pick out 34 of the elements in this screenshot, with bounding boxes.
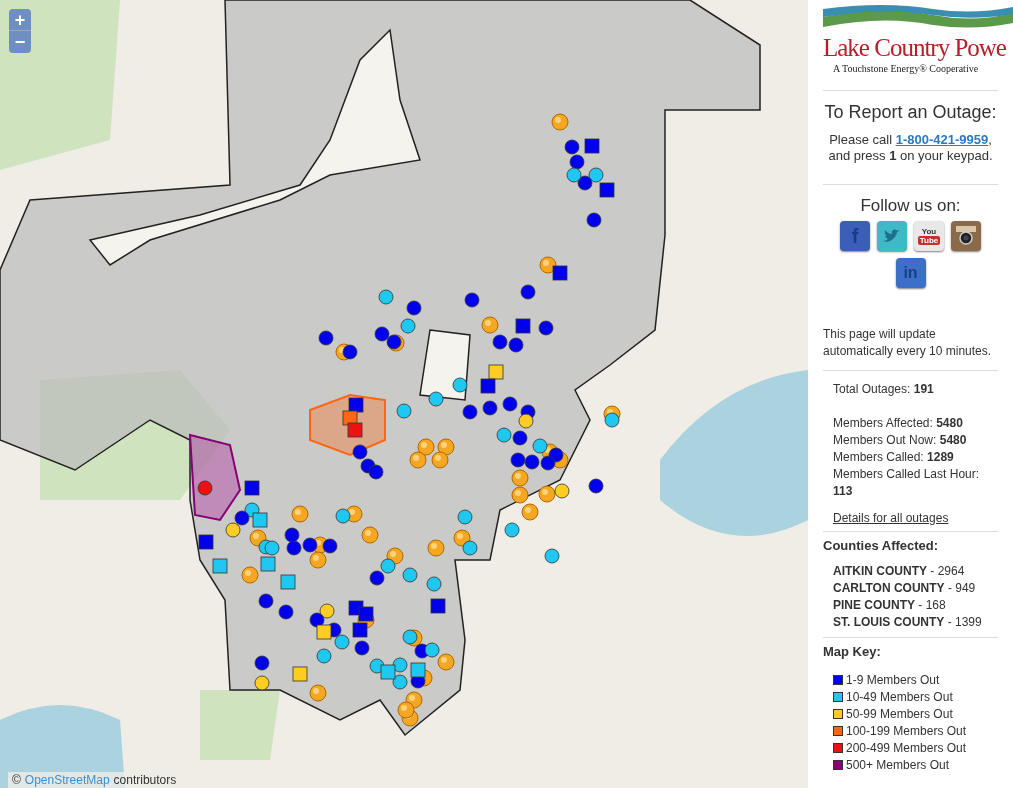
legend-label: 1-9 Members Out [846, 671, 940, 689]
county-stat: ST. LOUIS COUNTY - 1399 [833, 614, 983, 631]
county-stat: CARLTON COUNTY - 949 [833, 580, 977, 597]
attribution-text: contributors [113, 772, 177, 788]
report-instructions: Please call 1-800-421-9959, and press 1 on your keypad. [827, 132, 994, 164]
twitter-button[interactable] [877, 220, 907, 251]
county-stat: AITKIN COUNTY - 2964 [833, 563, 966, 580]
legend-label: 200-499 Members Out [846, 739, 967, 757]
member-stat: Members Out Now: 5480 [833, 431, 968, 449]
legend-label: 50-99 Members Out [846, 705, 953, 723]
counties-heading: Counties Affected: [823, 536, 940, 555]
instagram-button[interactable] [951, 220, 981, 251]
linkedin-button[interactable]: in [895, 257, 926, 288]
update-note: This page will update automatically every 10 minutes. [823, 325, 998, 371]
youtube-button[interactable]: You Tube [914, 220, 944, 251]
legend-label: 500+ Members Out [846, 756, 950, 774]
member-stat: Members Called Last Hour: 113 [833, 465, 981, 500]
legend-label: 100-199 Members Out [846, 722, 967, 740]
report-outage-heading: To Report an Outage: [824, 101, 997, 124]
total-outages: Total Outages: 191 [833, 380, 935, 398]
follow-heading: Follow us on: [860, 195, 961, 217]
zoom-in-button[interactable]: + [9, 9, 31, 31]
county-stat: PINE COUNTY - 168 [833, 597, 947, 614]
copyright-symbol: © [12, 772, 21, 788]
company-logo: Lake Country Powe A Touchstone Energy® Cooperative [823, 5, 1013, 76]
details-link[interactable]: Details for all outages [833, 509, 998, 531]
bird-icon [883, 228, 901, 243]
openstreetmap-link[interactable]: OpenStreetMap [24, 772, 110, 788]
member-stat: Members Affected: 5480 [833, 414, 964, 432]
camera-icon [955, 224, 977, 247]
zoom-out-button[interactable]: − [9, 31, 31, 53]
legend-label: 10-49 Members Out [846, 688, 953, 706]
member-stat: Members Called: 1289 [833, 448, 955, 466]
map-key-heading: Map Key: [823, 643, 882, 661]
